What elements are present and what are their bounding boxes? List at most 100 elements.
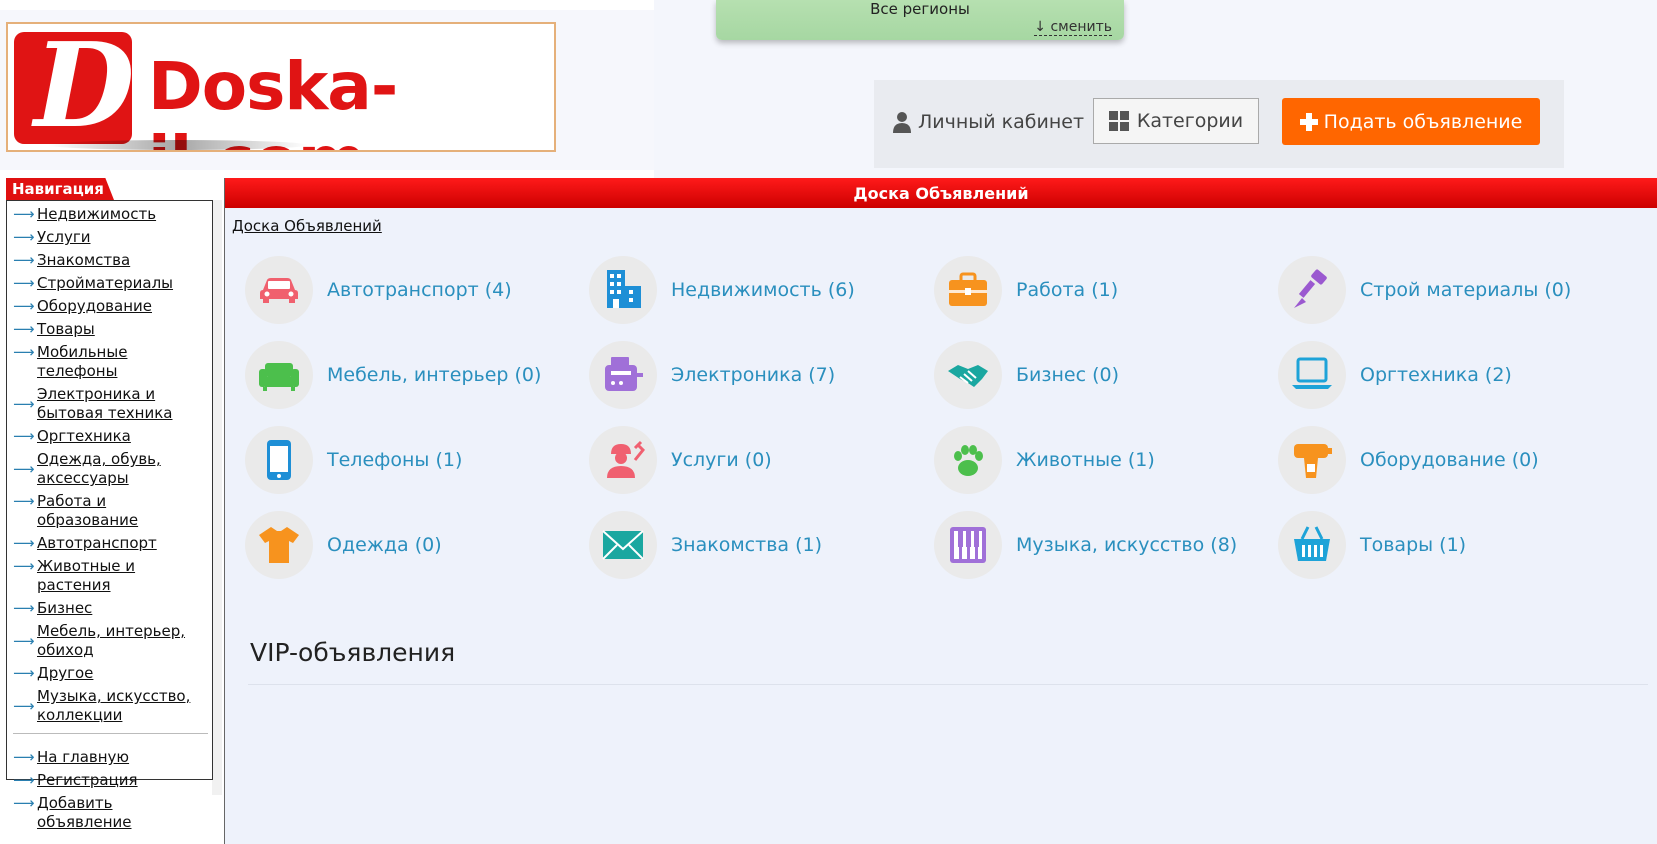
category-label[interactable]: Телефоны (1) — [327, 449, 462, 471]
sidebar-item[interactable]: ⟶ Автотранспорт — [13, 534, 208, 553]
cabinet-label: Личный кабинет — [918, 111, 1085, 133]
sidebar-item-link[interactable]: Электроника и бытовая техника — [37, 385, 207, 423]
sidebar-item-link[interactable]: На главную — [37, 748, 129, 767]
sidebar-item-link[interactable]: Стройматериалы — [37, 274, 173, 293]
sidebar-item-link[interactable]: Добавить объявление — [37, 794, 207, 832]
region-selector[interactable]: Все регионы ↓ сменить — [716, 0, 1124, 40]
category-item[interactable]: Знакомства (1) — [589, 511, 822, 579]
building-icon — [589, 256, 657, 324]
categories-label: Категории — [1136, 110, 1244, 132]
region-change-link[interactable]: ↓ сменить — [1034, 19, 1112, 36]
tshirt-icon — [245, 511, 313, 579]
sidebar-item[interactable]: ⟶ Знакомства — [13, 251, 208, 270]
sidebar-item[interactable]: ⟶ Услуги — [13, 228, 208, 247]
categories-button[interactable]: Категории — [1093, 98, 1259, 144]
sidebar-item-link[interactable]: Другое — [37, 664, 93, 683]
user-icon — [893, 112, 911, 133]
envelope-icon — [589, 511, 657, 579]
category-label[interactable]: Мебель, интерьер (0) — [327, 364, 541, 386]
category-item[interactable]: Работа (1) — [934, 256, 1118, 324]
category-label[interactable]: Автотранспорт (4) — [327, 279, 512, 301]
category-item[interactable]: Телефоны (1) — [245, 426, 462, 494]
arrow-right-icon: ⟶ — [13, 492, 35, 510]
category-label[interactable]: Товары (1) — [1360, 534, 1466, 556]
sidebar-item-link[interactable]: Автотранспорт — [37, 534, 157, 553]
category-item[interactable]: Товары (1) — [1278, 511, 1466, 579]
sidebar-item-link[interactable]: Мебель, интерьер, обиход — [37, 622, 207, 660]
paint-brush-icon — [1278, 256, 1346, 324]
sidebar-item-link[interactable]: Недвижимость — [37, 205, 156, 224]
personal-cabinet-link[interactable]: Личный кабинет — [892, 108, 1084, 136]
sidebar-item[interactable]: ⟶ Одежда, обувь, аксессуары — [13, 450, 208, 488]
category-label[interactable]: Одежда (0) — [327, 534, 442, 556]
category-label[interactable]: Музыка, искусство (8) — [1016, 534, 1237, 556]
category-label[interactable]: Строй материалы (0) — [1360, 279, 1571, 301]
category-label[interactable]: Недвижимость (6) — [671, 279, 855, 301]
category-item[interactable]: Оргтехника (2) — [1278, 341, 1512, 409]
sidebar-item-link[interactable]: Животные и растения — [37, 557, 207, 595]
sidebar-item[interactable]: ⟶ Недвижимость — [13, 205, 208, 224]
sidebar-item-link[interactable]: Регистрация — [37, 771, 138, 790]
plus-icon — [1299, 112, 1318, 131]
sidebar-item[interactable]: ⟶ Товары — [13, 320, 208, 339]
navigation-title: Навигация — [6, 178, 114, 200]
sidebar-item-link[interactable]: Знакомства — [37, 251, 130, 270]
category-label[interactable]: Оборудование (0) — [1360, 449, 1539, 471]
sidebar-item[interactable]: ⟶ Мобильные телефоны — [13, 343, 208, 381]
sidebar-item-link[interactable]: Услуги — [37, 228, 90, 247]
category-item[interactable]: Музыка, искусство (8) — [934, 511, 1237, 579]
sidebar-item[interactable]: ⟶ Оргтехника — [13, 427, 208, 446]
category-label[interactable]: Знакомства (1) — [671, 534, 822, 556]
category-label[interactable]: Бизнес (0) — [1016, 364, 1119, 386]
sidebar-item[interactable]: ⟶ Регистрация — [13, 771, 208, 790]
category-item[interactable]: Оборудование (0) — [1278, 426, 1539, 494]
grid-icon — [1108, 111, 1129, 131]
sidebar-item-link[interactable]: Работа и образование — [37, 492, 207, 530]
category-label[interactable]: Услуги (0) — [671, 449, 772, 471]
phone-icon — [245, 426, 313, 494]
worker-icon — [589, 426, 657, 494]
piano-icon — [934, 511, 1002, 579]
sidebar-item[interactable]: ⟶ Животные и растения — [13, 557, 208, 595]
category-label[interactable]: Оргтехника (2) — [1360, 364, 1512, 386]
car-icon — [245, 256, 313, 324]
category-item[interactable]: Мебель, интерьер (0) — [245, 341, 541, 409]
sidebar-item[interactable]: ⟶ Оборудование — [13, 297, 208, 316]
post-ad-button[interactable]: Подать объявление — [1282, 98, 1540, 145]
sidebar-item[interactable]: ⟶ Бизнес — [13, 599, 208, 618]
arrow-right-icon: ⟶ — [13, 557, 35, 575]
category-item[interactable]: Автотранспорт (4) — [245, 256, 512, 324]
sidebar-item-link[interactable]: Товары — [37, 320, 95, 339]
sidebar-item[interactable]: ⟶ Музыка, искусство, коллекции — [13, 687, 208, 725]
sidebar-item-link[interactable]: Мобильные телефоны — [37, 343, 207, 381]
sidebar-item-link[interactable]: Музыка, искусство, коллекции — [37, 687, 207, 725]
arrow-right-icon: ⟶ — [13, 459, 35, 478]
category-label[interactable]: Электроника (7) — [671, 364, 835, 386]
category-label[interactable]: Работа (1) — [1016, 279, 1118, 301]
site-logo[interactable]: D Doska-il.com — [6, 22, 556, 152]
arrow-right-icon: ⟶ — [13, 534, 35, 552]
category-item[interactable]: Животные (1) — [934, 426, 1155, 494]
sidebar-item[interactable]: ⟶ На главную — [13, 748, 208, 767]
category-item[interactable]: Бизнес (0) — [934, 341, 1119, 409]
sidebar-item[interactable]: ⟶ Другое — [13, 664, 208, 683]
category-item[interactable]: Одежда (0) — [245, 511, 442, 579]
category-label[interactable]: Животные (1) — [1016, 449, 1155, 471]
breadcrumb[interactable]: Доска Объявлений — [232, 217, 382, 235]
category-item[interactable]: Недвижимость (6) — [589, 256, 855, 324]
arrow-right-icon: ⟶ — [13, 664, 35, 682]
category-item[interactable]: Электроника (7) — [589, 341, 835, 409]
sidebar-item[interactable]: ⟶ Мебель, интерьер, обиход — [13, 622, 208, 660]
sidebar-item-link[interactable]: Оргтехника — [37, 427, 131, 446]
sidebar-item-link[interactable]: Оборудование — [37, 297, 152, 316]
sidebar-item[interactable]: ⟶ Добавить объявление — [13, 794, 208, 832]
sidebar-item-link[interactable]: Бизнес — [37, 599, 92, 618]
sidebar-item[interactable]: ⟶ Стройматериалы — [13, 274, 208, 293]
sidebar-item[interactable]: ⟶ Электроника и бытовая техника — [13, 385, 208, 423]
sidebar-item-link[interactable]: Одежда, обувь, аксессуары — [37, 450, 207, 488]
category-item[interactable]: Строй материалы (0) — [1278, 256, 1571, 324]
sidebar-item[interactable]: ⟶ Работа и образование — [13, 492, 208, 530]
category-item[interactable]: Услуги (0) — [589, 426, 772, 494]
arrow-right-icon: ⟶ — [13, 274, 35, 292]
navigation-sidebar: ⟶ Недвижимость ⟶ Услуги ⟶ Знакомства ⟶ Строймат… — [6, 200, 213, 831]
